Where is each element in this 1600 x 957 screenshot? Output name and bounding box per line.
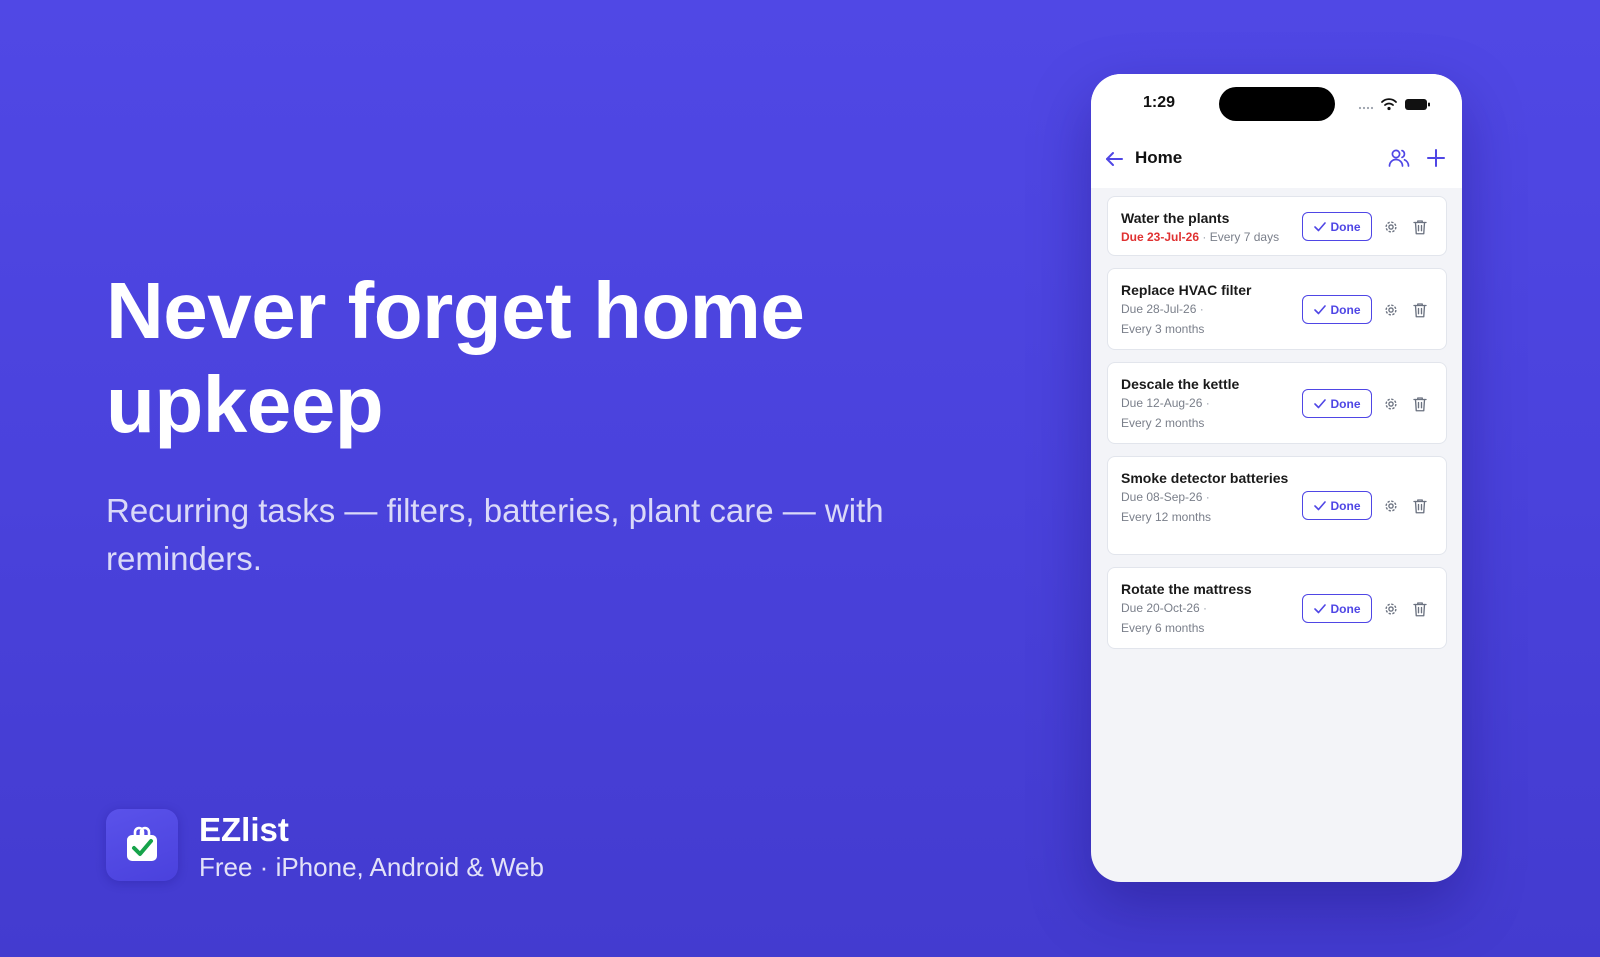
done-label: Done [1330,219,1361,234]
task-card: Water the plants Due 23-Jul-26 · Every 7… [1107,196,1447,256]
task-meta: Due 12-Aug-26 · [1121,396,1210,410]
task-due: Due 08-Sep-26 [1121,490,1203,504]
hero-title: Never forget home upkeep [106,266,805,449]
battery-icon [1405,99,1430,110]
delete-trash-icon[interactable] [1411,218,1429,236]
task-frequency: Every 6 months [1121,621,1205,635]
delete-trash-icon[interactable] [1411,600,1429,618]
cellular-signal-icon [1358,106,1374,110]
done-button[interactable]: Done [1302,212,1372,241]
task-card: Rotate the mattress Due 20-Oct-26 · Ever… [1107,567,1447,649]
task-name: Replace HVAC filter [1121,282,1252,298]
share-people-icon[interactable] [1387,146,1411,175]
nav-bar: Home [1091,132,1462,188]
settings-gear-icon[interactable] [1382,301,1400,319]
task-meta: Due 08-Sep-26 · [1121,490,1210,504]
done-button[interactable]: Done [1302,491,1372,520]
task-frequency: Every 7 days [1209,230,1280,244]
phone-mockup: 1:29 Home Water the plants Due 23-Jul-26… [1091,74,1462,882]
task-due: Due 23-Jul-26 [1121,230,1200,244]
done-label: Done [1330,601,1361,616]
task-name: Water the plants [1121,210,1230,226]
hero-subtitle: Recurring tasks — filters, batteries, pl… [106,492,884,577]
done-button[interactable]: Done [1302,295,1372,324]
back-arrow-icon[interactable] [1103,148,1125,175]
task-name: Descale the kettle [1121,376,1240,392]
dynamic-island [1219,87,1335,121]
task-due: Due 20-Oct-26 [1121,601,1200,615]
task-card: Descale the kettle Due 12-Aug-26 · Every… [1107,362,1447,444]
status-time: 1:29 [1143,94,1176,111]
status-bar: 1:29 [1091,74,1462,132]
status-icons [1357,96,1443,117]
done-button[interactable]: Done [1302,594,1372,623]
add-task-icon[interactable] [1425,147,1447,174]
check-icon [1313,304,1326,314]
check-icon [1313,221,1326,231]
check-icon [1313,398,1326,408]
done-label: Done [1330,302,1361,317]
task-frequency: Every 12 months [1121,510,1212,524]
settings-gear-icon[interactable] [1382,497,1400,515]
task-meta: Due 28-Jul-26 · [1121,302,1204,316]
task-list: Water the plants Due 23-Jul-26 · Every 7… [1107,196,1447,661]
delete-trash-icon[interactable] [1411,301,1429,319]
settings-gear-icon[interactable] [1382,600,1400,618]
done-label: Done [1330,396,1361,411]
check-icon [1313,500,1326,510]
task-meta: Due 23-Jul-26 · Every 7 days [1121,230,1280,244]
settings-gear-icon[interactable] [1382,218,1400,236]
done-label: Done [1330,498,1361,513]
screen-title: Home [1135,148,1183,167]
task-frequency: Every 3 months [1121,322,1205,336]
task-card: Smoke detector batteries Due 08-Sep-26 ·… [1107,456,1447,555]
task-meta: Due 20-Oct-26 · [1121,601,1208,615]
brand-name: EZlist [199,811,289,848]
task-name: Rotate the mattress [1121,581,1252,597]
check-icon [1313,603,1326,613]
task-name: Smoke detector batteries [1121,470,1289,486]
settings-gear-icon[interactable] [1382,395,1400,413]
brand-tagline: Free · iPhone, Android & Web [199,852,544,882]
task-due: Due 12-Aug-26 [1121,396,1203,410]
delete-trash-icon[interactable] [1411,497,1429,515]
task-frequency: Every 2 months [1121,416,1205,430]
task-card: Replace HVAC filter Due 28-Jul-26 · Ever… [1107,268,1447,350]
done-button[interactable]: Done [1302,389,1372,418]
checklist-bag-icon [106,809,178,881]
delete-trash-icon[interactable] [1411,395,1429,413]
wifi-icon [1381,98,1397,106]
task-due: Due 28-Jul-26 [1121,302,1197,316]
